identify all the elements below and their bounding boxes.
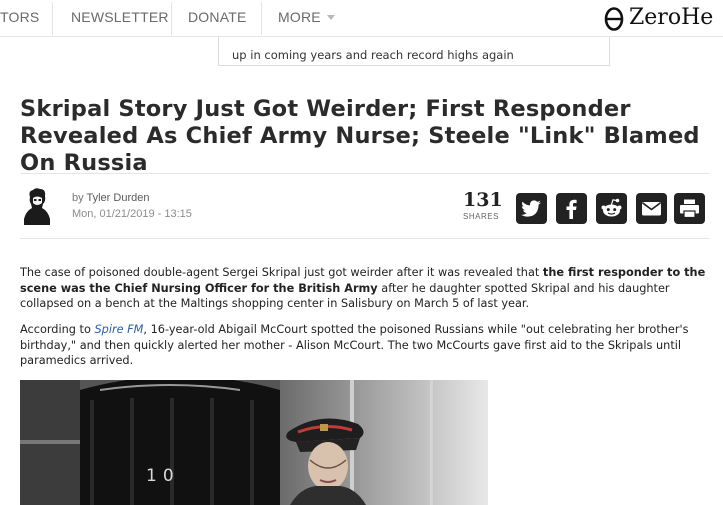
reddit-icon: [601, 198, 622, 217]
article-title: Skripal Story Just Got Weirder; First Re…: [20, 96, 700, 176]
share-print-button[interactable]: [674, 193, 705, 224]
paragraph-text: The case of poisoned double-agent Sergei…: [20, 266, 543, 279]
divider: [20, 173, 710, 174]
nav-divider: [261, 2, 262, 35]
share-twitter-button[interactable]: [516, 193, 547, 224]
shares-count: 131: [463, 189, 503, 211]
ticker-text[interactable]: up in coming years and reach record high…: [232, 48, 514, 62]
byline: by Tyler Durden: [72, 192, 149, 204]
top-navigation: TORS NEWSLETTER DONATE MORE ZeroHe: [0, 0, 723, 37]
article-paragraph: The case of poisoned double-agent Sergei…: [20, 265, 710, 312]
shares-label: SHARES: [463, 212, 499, 221]
article-paragraph: According to Spire FM, 16-year-old Abiga…: [20, 322, 710, 369]
email-icon: [642, 202, 661, 216]
nav-divider: [52, 2, 53, 35]
print-icon: [680, 199, 699, 219]
logo-text: ZeroHe: [629, 5, 714, 30]
share-reddit-button[interactable]: [596, 193, 627, 224]
nav-item-more-label[interactable]: MORE: [278, 9, 321, 25]
theta-logo-icon: [604, 7, 624, 31]
twitter-icon: [521, 200, 541, 217]
divider: [20, 238, 710, 239]
source-link[interactable]: Spire FM: [94, 323, 143, 336]
nav-item-more[interactable]: MORE: [278, 0, 335, 37]
nav-item-newsletter[interactable]: NEWSLETTER: [71, 0, 169, 37]
chevron-down-icon: [326, 15, 335, 20]
nav-item-donate[interactable]: DONATE: [188, 0, 247, 37]
publish-date: Mon, 01/21/2019 - 13:15: [72, 208, 192, 220]
nav-item-contributors[interactable]: TORS: [0, 0, 39, 37]
door-number: 10: [146, 466, 180, 486]
share-facebook-button[interactable]: [556, 193, 587, 224]
nav-divider: [171, 2, 172, 35]
headline-ticker[interactable]: up in coming years and reach record high…: [218, 37, 610, 66]
author-name[interactable]: Tyler Durden: [86, 192, 149, 204]
author-avatar[interactable]: [22, 187, 52, 225]
facebook-icon: [566, 199, 577, 219]
share-email-button[interactable]: [636, 193, 667, 224]
paragraph-text: According to: [20, 323, 95, 336]
byline-prefix: by: [72, 192, 84, 204]
article-photo[interactable]: 10: [20, 380, 488, 505]
